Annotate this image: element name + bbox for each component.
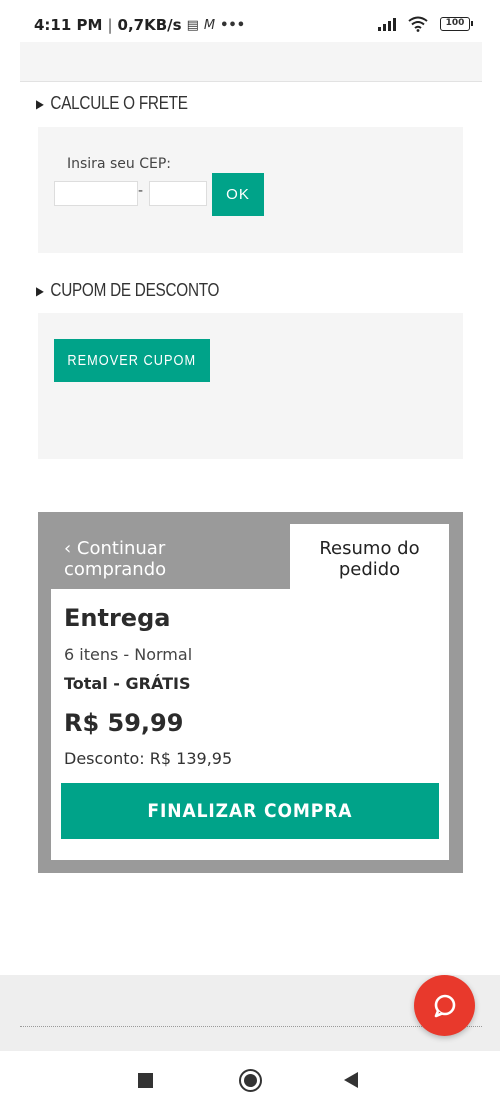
discount-amount: Desconto: R$ 139,95 [64,749,233,768]
status-time: 4:11 PM [34,16,103,34]
chat-button[interactable] [414,975,475,1036]
back-icon[interactable] [344,1072,358,1088]
calendar-icon: ▤ [186,17,199,33]
resume-line2: pedido [338,559,401,580]
continue-shopping-tab[interactable]: ‹ Continuar comprando [64,538,166,580]
status-network-speed: 0,7KB/s [117,16,182,34]
m-icon: M [203,17,216,33]
triangle-right-icon: ▶ [36,96,44,111]
items-count: 6 itens - Normal [64,645,193,664]
order-summary-tab[interactable]: Resumo do pedido [290,524,449,594]
triangle-right-icon: ▶ [36,283,44,298]
cep-input-part1[interactable] [54,181,138,206]
signal-icon [378,17,396,31]
finalize-purchase-button[interactable]: FINALIZAR COMPRA [61,783,439,839]
resume-line1: Resumo do [319,538,420,559]
shipping-total: Total - GRÁTIS [64,674,191,693]
chat-bubble-icon [434,994,455,1017]
status-left: 4:11 PM | 0,7KB/s ▤ M ••• [34,16,245,34]
status-separator: | [107,16,113,34]
cep-label: Insira seu CEP: [67,156,171,172]
coupon-section-title[interactable]: ▶ CUPOM DE DESCONTO [36,280,219,301]
finalize-label: FINALIZAR COMPRA [147,800,353,822]
battery-icon: 100 [440,17,473,31]
more-icon: ••• [220,17,246,33]
cep-input-part2[interactable] [149,181,207,206]
ok-button[interactable]: OK [212,173,264,216]
wifi-icon [408,16,428,32]
remove-coupon-label: REMOVER CUPOM [67,352,197,369]
top-strip [20,42,482,82]
cep-dash: - [138,183,144,199]
delivery-title: Entrega [64,604,171,632]
order-price: R$ 59,99 [64,709,184,737]
remove-coupon-button[interactable]: REMOVER CUPOM [54,339,210,382]
divider [20,1026,482,1027]
continue-line1: ‹ Continuar [64,538,166,559]
coupon-title-label: CUPOM DE DESCONTO [50,280,220,300]
shipping-section-title[interactable]: ▶ CALCULE O FRETE [36,93,188,114]
shipping-title-label: CALCULE O FRETE [50,93,188,113]
status-right: 100 [378,16,473,32]
home-icon[interactable] [239,1069,262,1092]
recents-icon[interactable] [138,1073,153,1088]
coupon-box [38,313,463,459]
continue-line2: comprando [64,559,167,580]
